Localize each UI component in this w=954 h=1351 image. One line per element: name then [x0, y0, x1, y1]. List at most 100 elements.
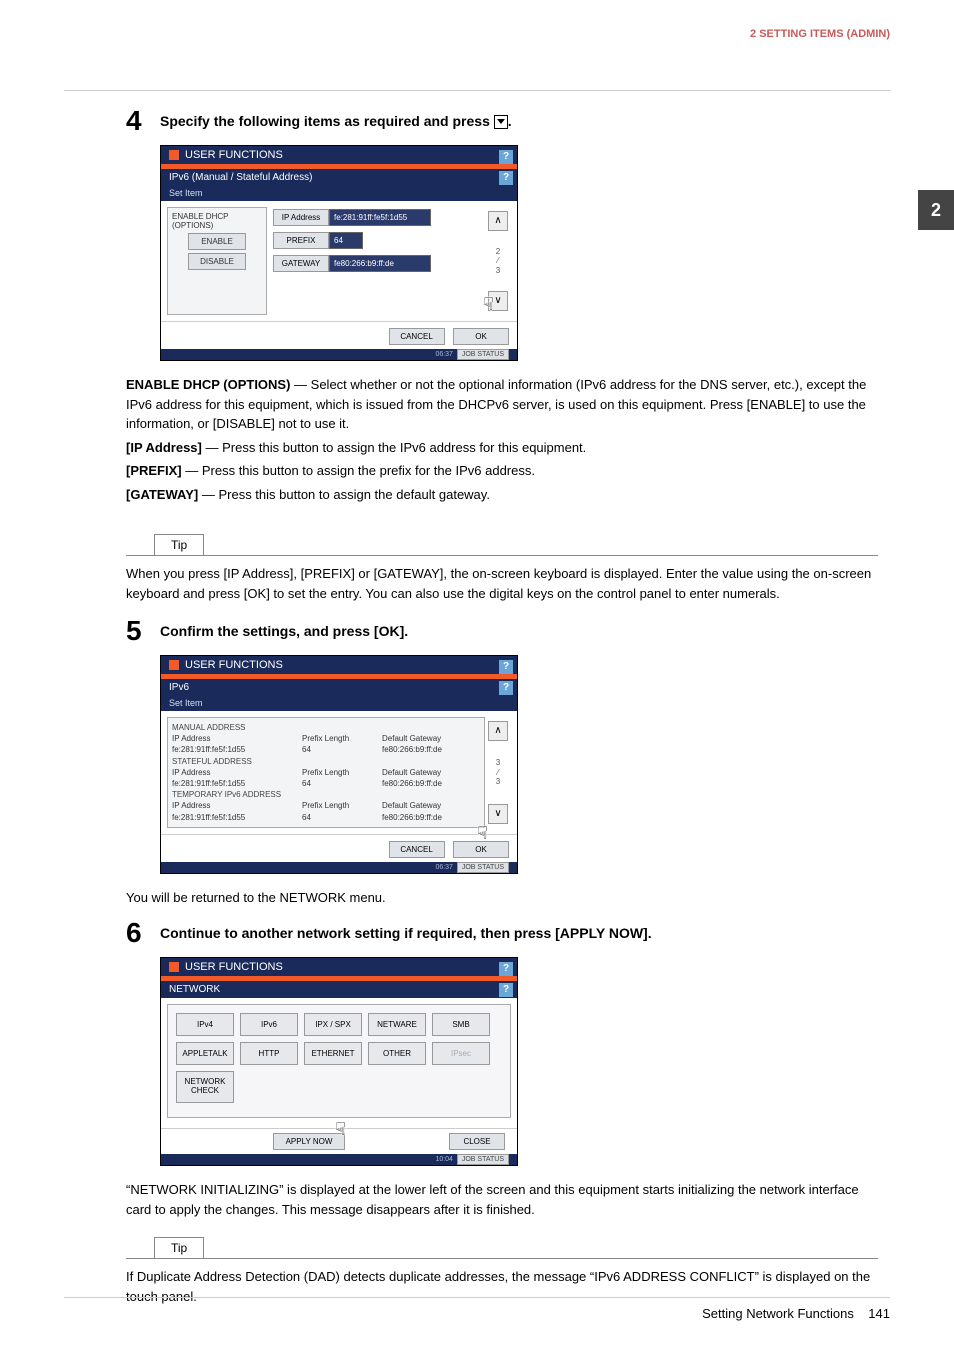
panel-title-bar: USER FUNCTIONS ?	[161, 958, 517, 981]
net-ipxspx-button[interactable]: IPX / SPX	[304, 1013, 362, 1036]
field-column: IP Addressfe:281:91ff:fe5f:1d55 PREFIX64…	[273, 207, 431, 315]
gateway-value: fe80:266:b9:ff:de	[329, 255, 431, 272]
help-icon[interactable]: ?	[499, 150, 513, 164]
desc-gateway-text: — Press this button to assign the defaul…	[198, 487, 490, 502]
prefix-value: 64	[329, 232, 363, 249]
net-ipsec-button[interactable]: IPsec	[432, 1042, 490, 1065]
step-number: 4	[126, 105, 160, 137]
network-button-grid: IPv4 IPv6 IPX / SPX NETWARE SMB APPLETAL…	[167, 1004, 511, 1118]
net-other-button[interactable]: OTHER	[368, 1042, 426, 1065]
step-title: Confirm the settings, and press [OK].	[160, 619, 408, 639]
help-icon[interactable]: ?	[499, 171, 513, 185]
scroll-up-button[interactable]: ∧	[488, 721, 508, 741]
job-status-button[interactable]: JOB STATUS	[457, 349, 509, 360]
close-button[interactable]: CLOSE	[449, 1133, 505, 1150]
dhcp-options-card: ENABLE DHCP (OPTIONS) ENABLE DISABLE	[167, 207, 267, 315]
panel-subtitle: NETWORK ?	[161, 981, 517, 998]
desc-ip-label: [IP Address]	[126, 440, 202, 455]
address-list-card: MANUAL ADDRESS IP AddressPrefix LengthDe…	[167, 717, 485, 828]
top-rule	[64, 90, 890, 91]
panel-title-bar: USER FUNCTIONS ?	[161, 146, 517, 169]
dhcp-card-label: ENABLE DHCP (OPTIONS)	[172, 212, 262, 230]
desc-ip-text: — Press this button to assign the IPv6 a…	[202, 440, 586, 455]
step6-after-text: “NETWORK INITIALIZING” is displayed at t…	[126, 1180, 878, 1219]
panel-title-icon	[169, 150, 179, 160]
ip-address-value: fe:281:91ff:fe5f:1d55	[329, 209, 431, 226]
step-5: 5 Confirm the settings, and press [OK].	[126, 619, 878, 647]
ok-button[interactable]: OK	[453, 841, 509, 858]
scroll-column: ∧ 3⁄3 ∨	[485, 717, 511, 828]
net-smb-button[interactable]: SMB	[432, 1013, 490, 1036]
section-head: STATEFUL ADDRESS	[172, 756, 480, 767]
scroll-up-button[interactable]: ∧	[488, 211, 508, 231]
panel-subtitle: IPv6 ?	[161, 679, 517, 696]
cancel-button[interactable]: CANCEL	[389, 328, 445, 345]
step-title-post: .	[508, 113, 512, 129]
tip-text: When you press [IP Address], [PREFIX] or…	[126, 564, 878, 603]
scroll-down-button[interactable]: ∨	[488, 804, 508, 824]
panel-title-bar: USER FUNCTIONS ?	[161, 656, 517, 679]
net-netware-button[interactable]: NETWARE	[368, 1013, 426, 1036]
chapter-tab: 2	[918, 190, 954, 230]
screenshot-step4: USER FUNCTIONS ? IPv6 (Manual / Stateful…	[160, 145, 878, 361]
apply-now-button[interactable]: APPLY NOW	[273, 1133, 345, 1150]
net-ipv6-button[interactable]: IPv6	[240, 1013, 298, 1036]
cancel-button[interactable]: CANCEL	[389, 841, 445, 858]
step-4: 4 Specify the following items as require…	[126, 109, 878, 137]
panel-subtitle: IPv6 (Manual / Stateful Address) ?	[161, 169, 517, 186]
net-http-button[interactable]: HTTP	[240, 1042, 298, 1065]
panel-title: USER FUNCTIONS	[185, 961, 283, 973]
status-time: 06:37	[435, 864, 453, 871]
panel-title: USER FUNCTIONS	[185, 659, 283, 671]
net-appletalk-button[interactable]: APPLETALK	[176, 1042, 234, 1065]
status-bar: 06:37 JOB STATUS	[161, 349, 517, 360]
step-title-pre: Specify the following items as required …	[160, 113, 494, 129]
footer-section: Setting Network Functions	[702, 1306, 854, 1321]
page-indicator: 3⁄3	[496, 758, 500, 787]
help-icon[interactable]: ?	[499, 983, 513, 997]
set-item-label: Set Item	[161, 696, 517, 711]
step5-after-text: You will be returned to the NETWORK menu…	[126, 888, 878, 908]
screenshot-step5: USER FUNCTIONS ? IPv6 ? Set Item MANUAL …	[160, 655, 878, 874]
step-number: 5	[126, 615, 160, 647]
step-title: Specify the following items as required …	[160, 109, 512, 129]
disable-button[interactable]: DISABLE	[188, 253, 246, 270]
status-bar: 10:04 JOB STATUS	[161, 1154, 517, 1165]
page-indicator: 2⁄3	[496, 247, 500, 276]
job-status-button[interactable]: JOB STATUS	[457, 1154, 509, 1165]
gateway-button[interactable]: GATEWAY	[273, 255, 329, 272]
section-header: 2 SETTING ITEMS (ADMIN)	[64, 28, 890, 40]
desc-dhcp-label: ENABLE DHCP (OPTIONS)	[126, 377, 290, 392]
step-number: 6	[126, 917, 160, 949]
net-networkcheck-button[interactable]: NETWORK CHECK	[176, 1071, 234, 1103]
step4-descriptions: ENABLE DHCP (OPTIONS) — Select whether o…	[126, 375, 878, 504]
panel-footer: APPLY NOW CLOSE	[161, 1128, 517, 1154]
net-ipv4-button[interactable]: IPv4	[176, 1013, 234, 1036]
help-icon[interactable]: ?	[499, 962, 513, 976]
panel-title-icon	[169, 962, 179, 972]
help-icon[interactable]: ?	[499, 660, 513, 674]
section-head: MANUAL ADDRESS	[172, 722, 480, 733]
panel-subtitle-text: IPv6	[169, 682, 189, 693]
step-6: 6 Continue to another network setting if…	[126, 921, 878, 949]
job-status-button[interactable]: JOB STATUS	[457, 862, 509, 873]
net-ethernet-button[interactable]: ETHERNET	[304, 1042, 362, 1065]
screenshot-step6: USER FUNCTIONS ? NETWORK ? IPv4 IPv6 IPX…	[160, 957, 878, 1166]
enable-button[interactable]: ENABLE	[188, 233, 246, 250]
tip-label: Tip	[154, 1237, 204, 1258]
scroll-column: ∧ 2⁄3 ∨	[485, 207, 511, 315]
tip-label: Tip	[154, 534, 204, 555]
help-icon[interactable]: ?	[499, 681, 513, 695]
panel-subtitle-text: NETWORK	[169, 984, 220, 995]
scroll-down-button[interactable]: ∨	[488, 291, 508, 311]
section-head: TEMPORARY IPv6 ADDRESS	[172, 789, 480, 800]
status-time: 06:37	[435, 351, 453, 358]
prefix-button[interactable]: PREFIX	[273, 232, 329, 249]
status-time: 10:04	[435, 1156, 453, 1163]
panel-footer: CANCEL OK	[161, 834, 517, 862]
footer-page: 141	[868, 1306, 890, 1321]
ip-address-button[interactable]: IP Address	[273, 209, 329, 226]
desc-prefix-label: [PREFIX]	[126, 463, 182, 478]
ok-button[interactable]: OK	[453, 328, 509, 345]
step-title: Continue to another network setting if r…	[160, 921, 652, 941]
